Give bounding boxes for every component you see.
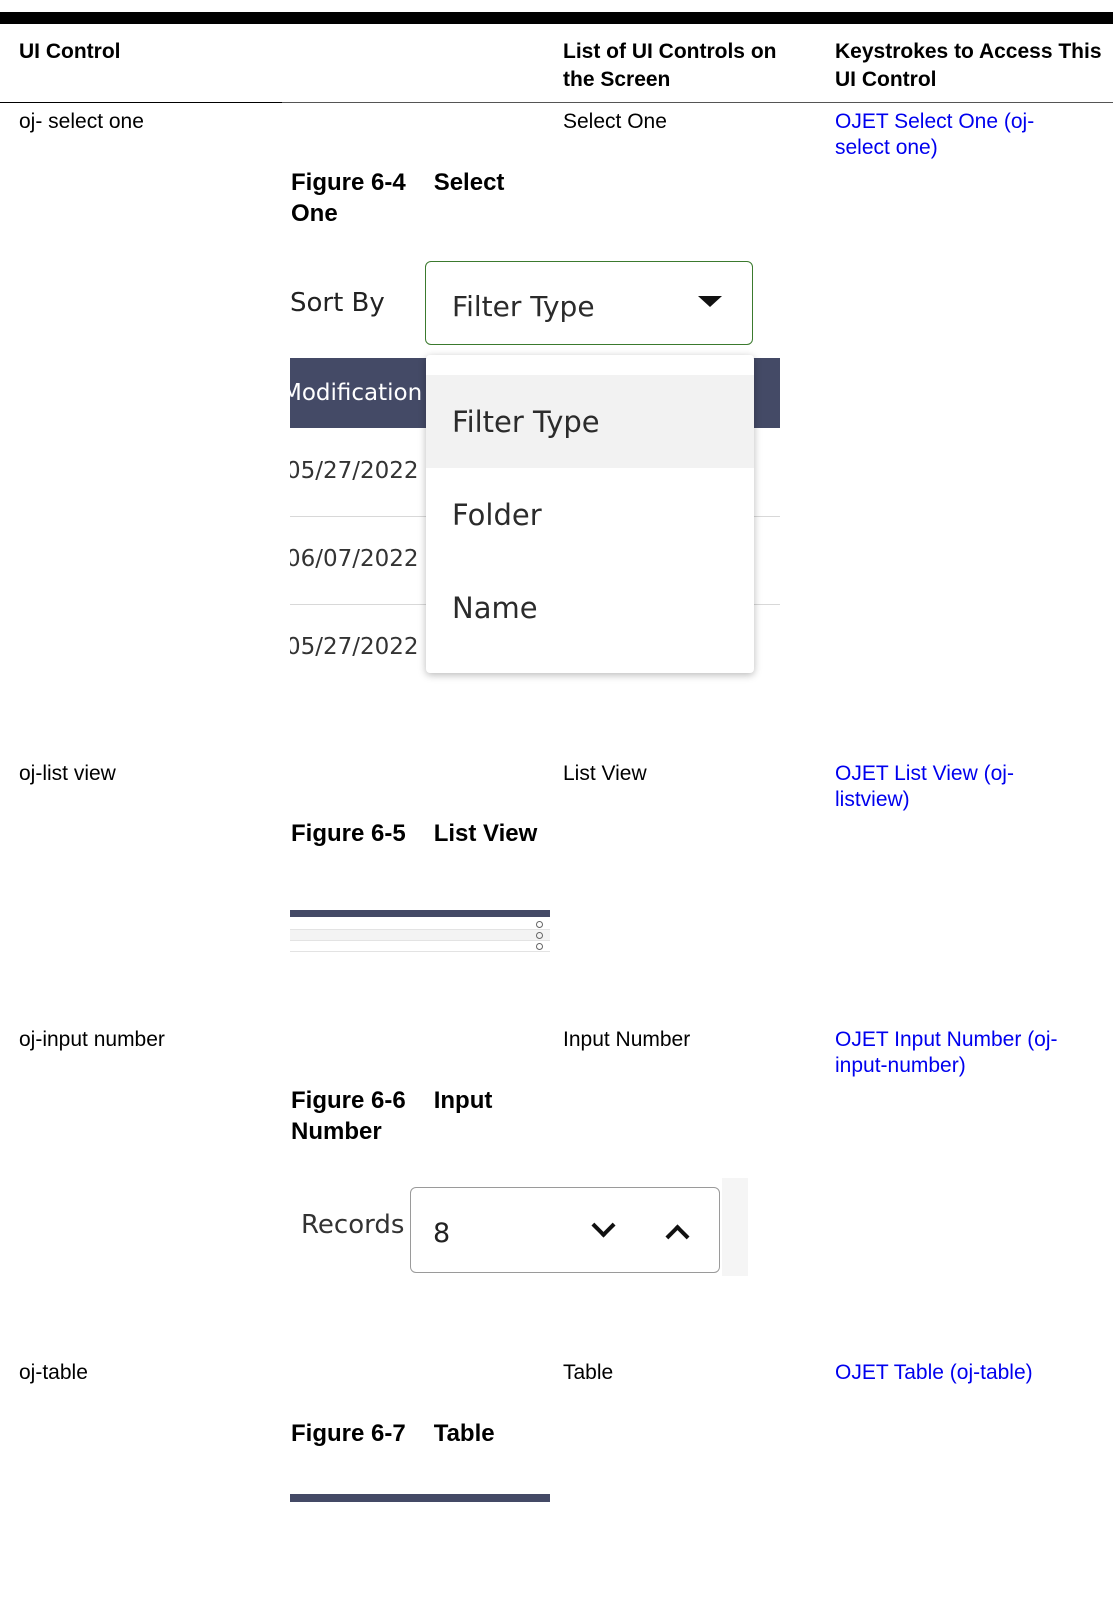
list-item: [290, 941, 550, 952]
header-ui-control: UI Control: [19, 40, 121, 63]
figure-caption-6-6: Figure 6-6 Input Number: [291, 1085, 541, 1147]
row-control-select-one: oj- select one: [19, 110, 144, 133]
select-value: Filter Type: [452, 290, 595, 323]
list-item: [290, 930, 550, 941]
figure-number: Figure 6-5: [291, 820, 406, 847]
figure-list-view: [290, 910, 550, 954]
option-label: Folder: [452, 498, 542, 532]
caret-down-icon[interactable]: [698, 296, 722, 307]
figure-table: [290, 1494, 550, 1502]
link-ojet-input-number[interactable]: OJET Input Number (oj-input-number): [835, 1027, 1110, 1079]
row-action-icon: [536, 921, 543, 928]
option-label: Name: [452, 591, 538, 625]
figure-caption-6-7: Figure 6-7 Table: [291, 1418, 541, 1449]
option-folder[interactable]: Folder: [426, 468, 754, 561]
figure-input-number: Records 8: [290, 1178, 748, 1278]
figure-title: Table: [433, 1420, 495, 1447]
figure-select-one: Sort By Modification D 05/27/2022 12 06/…: [290, 258, 782, 688]
list-view-header: [290, 910, 550, 917]
records-input-number[interactable]: 8: [410, 1187, 720, 1273]
figure-caption-6-4: Figure 6-4 Select One: [291, 167, 541, 229]
row-control-input-number: oj-input number: [19, 1028, 165, 1051]
figure-number: Figure 6-4: [291, 169, 406, 196]
figure-caption-6-5: Figure 6-5 List View: [291, 818, 541, 849]
link-ojet-list-view[interactable]: OJET List View (oj-listview): [835, 761, 1065, 813]
link-ojet-select-one[interactable]: OJET Select One (oj-select one): [835, 109, 1075, 161]
row-list-table: Table: [563, 1361, 614, 1384]
row-control-list-view: oj-list view: [19, 762, 116, 785]
chevron-up-icon[interactable]: [665, 1224, 690, 1249]
records-value: 8: [433, 1218, 451, 1249]
option-label: Filter Type: [452, 405, 600, 439]
list-item: [290, 919, 550, 930]
records-label: Records: [301, 1210, 405, 1240]
option-name[interactable]: Name: [426, 561, 754, 654]
link-ojet-table[interactable]: OJET Table (oj-table): [835, 1360, 1033, 1386]
header-rule-left: [0, 102, 282, 103]
chevron-down-icon[interactable]: [591, 1213, 616, 1238]
header-rule-right: [282, 102, 1113, 103]
row-action-icon: [536, 932, 543, 939]
row-list-input-number: Input Number: [563, 1028, 691, 1051]
column-header-modification-date: Modification D: [290, 380, 448, 406]
figure-number: Figure 6-7: [291, 1420, 406, 1447]
figure-title: List View: [433, 820, 538, 847]
top-rule: [0, 12, 1113, 24]
row-list-select-one: Select One: [563, 110, 667, 133]
figure-number: Figure 6-6: [291, 1087, 406, 1114]
row-action-icon: [536, 943, 543, 950]
header-keystrokes: Keystrokes to Access This UI Control: [835, 40, 1102, 91]
sort-by-label: Sort By: [290, 288, 385, 318]
sort-by-select[interactable]: Filter Type: [425, 261, 753, 345]
row-control-table: oj-table: [19, 1361, 88, 1384]
background-fragment: [722, 1178, 748, 1276]
row-list-list-view: List View: [563, 762, 647, 785]
option-filter-type[interactable]: Filter Type: [426, 375, 754, 468]
select-dropdown-menu: Filter Type Folder Name: [426, 355, 754, 673]
header-list-of-controls: List of UI Controls on the Screen: [563, 40, 777, 91]
